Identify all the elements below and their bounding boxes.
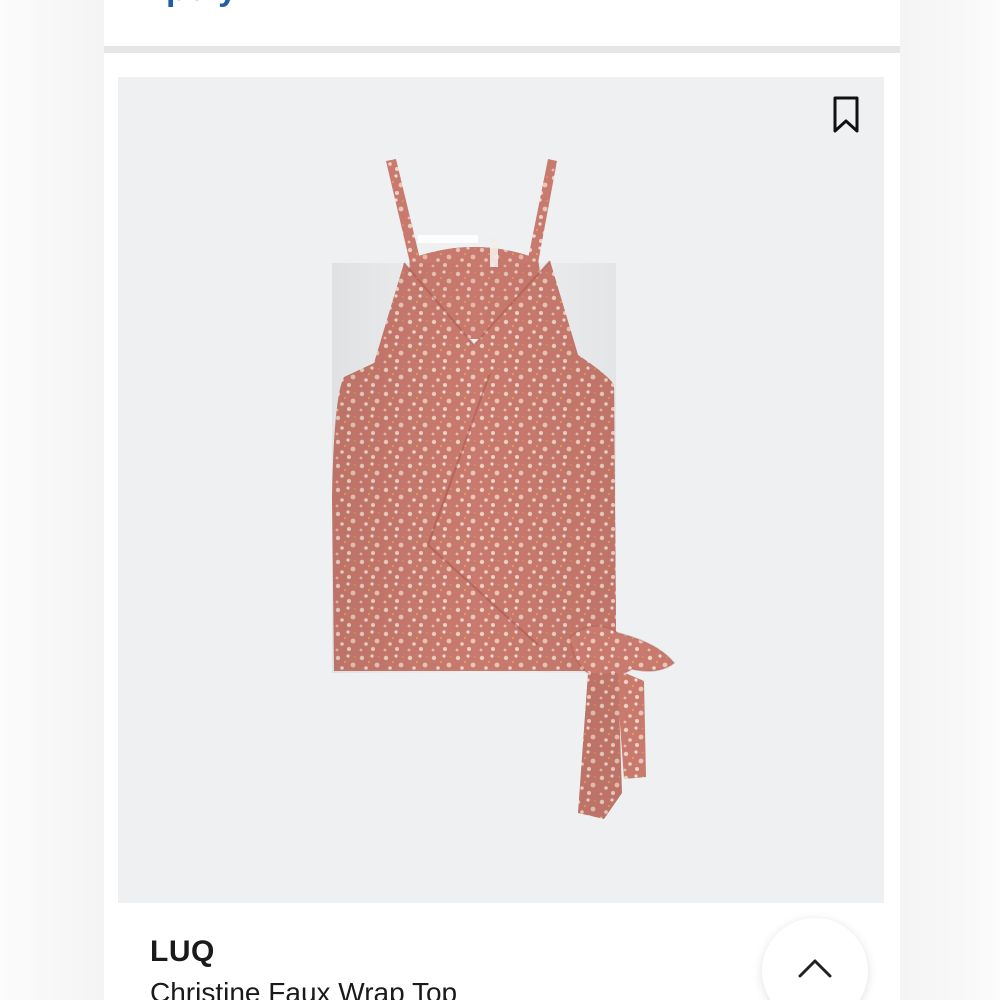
chevron-up-icon bbox=[798, 959, 832, 978]
bookmark-icon bbox=[833, 96, 859, 133]
product-screen: pe y bbox=[0, 0, 1000, 1000]
previous-card-heading: pe y bbox=[166, 0, 238, 9]
product-image[interactable] bbox=[118, 77, 884, 903]
section-divider bbox=[104, 46, 900, 53]
product-card[interactable]: LUQ Christine Faux Wrap Top bbox=[104, 53, 900, 1000]
bookmark-button[interactable] bbox=[828, 93, 864, 137]
product-brand: LUQ bbox=[150, 935, 215, 968]
product-photo bbox=[332, 159, 676, 819]
right-margin bbox=[900, 0, 1000, 1000]
product-title[interactable]: Christine Faux Wrap Top bbox=[150, 977, 457, 1000]
previous-card: pe y bbox=[104, 0, 900, 46]
left-margin bbox=[0, 0, 104, 1000]
